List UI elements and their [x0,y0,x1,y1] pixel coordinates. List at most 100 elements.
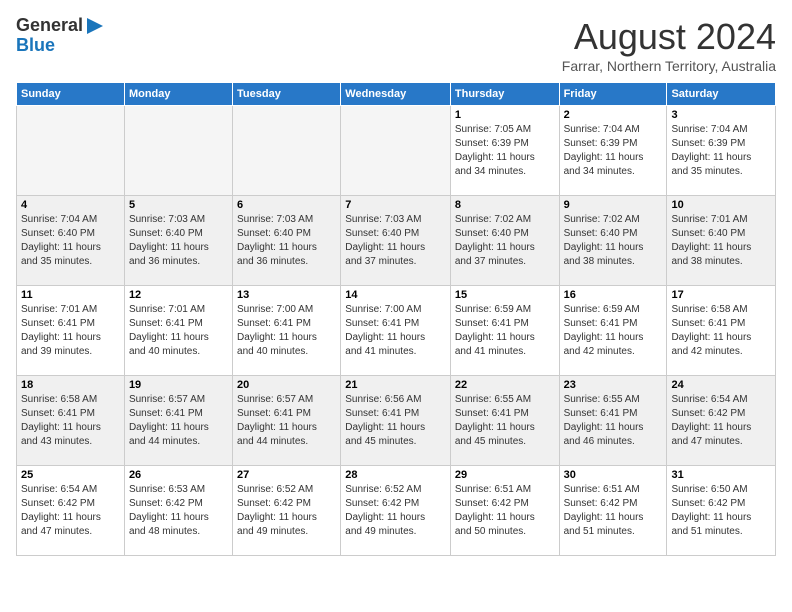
day-number: 8 [455,199,555,211]
day-number: 13 [237,289,336,301]
day-info: Sunrise: 7:03 AMSunset: 6:40 PMDaylight:… [345,213,446,269]
logo-icon [85,16,105,36]
month-year-title: August 2024 [562,16,776,58]
day-number: 3 [671,109,771,121]
location-subtitle: Farrar, Northern Territory, Australia [562,58,776,74]
day-info: Sunrise: 7:01 AMSunset: 6:41 PMDaylight:… [21,303,120,359]
day-info: Sunrise: 7:05 AMSunset: 6:39 PMDaylight:… [455,123,555,179]
day-number: 6 [237,199,336,211]
calendar-day-cell: 10 Sunrise: 7:01 AMSunset: 6:40 PMDayligh… [667,196,776,286]
day-number: 27 [237,469,336,481]
weekday-header-friday: Friday [559,83,667,106]
day-number: 4 [21,199,120,211]
day-number: 19 [129,379,228,391]
day-number: 26 [129,469,228,481]
calendar-day-cell: 16Sunrise: 6:59 AMSunset: 6:41 PMDayligh… [559,286,667,376]
calendar-day-cell: 17 Sunrise: 6:58 AMSunset: 6:41 PMDayligh… [667,286,776,376]
logo-text-blue: Blue [16,36,55,56]
day-info: Sunrise: 7:01 AMSunset: 6:40 PMDaylight:… [671,213,771,269]
day-number: 28 [345,469,446,481]
calendar-week-row: 11 Sunrise: 7:01 AMSunset: 6:41 PMDayligh… [17,286,776,376]
calendar-day-cell: 5 Sunrise: 7:03 AMSunset: 6:40 PMDaylight… [124,196,232,286]
calendar-day-cell: 6 Sunrise: 7:03 AMSunset: 6:40 PMDaylight… [233,196,341,286]
day-info: Sunrise: 6:53 AMSunset: 6:42 PMDaylight:… [129,483,228,539]
day-info: Sunrise: 6:56 AMSunset: 6:41 PMDaylight:… [345,393,446,449]
day-number: 23 [564,379,663,391]
day-number: 24 [671,379,771,391]
day-number: 29 [455,469,555,481]
calendar-day-cell: 9Sunrise: 7:02 AMSunset: 6:40 PMDaylight… [559,196,667,286]
day-info: Sunrise: 7:03 AMSunset: 6:40 PMDaylight:… [237,213,336,269]
day-info: Sunrise: 6:52 AMSunset: 6:42 PMDaylight:… [237,483,336,539]
calendar-day-cell: 14 Sunrise: 7:00 AMSunset: 6:41 PMDayligh… [341,286,451,376]
calendar-day-cell: 31Sunrise: 6:50 AMSunset: 6:42 PMDayligh… [667,466,776,556]
day-info: Sunrise: 7:04 AMSunset: 6:40 PMDaylight:… [21,213,120,269]
weekday-header-saturday: Saturday [667,83,776,106]
calendar-day-cell: 23 Sunrise: 6:55 AMSunset: 6:41 PMDayligh… [559,376,667,466]
page-header: General Blue August 2024 Farrar, Norther… [16,16,776,74]
logo: General Blue [16,16,105,56]
calendar-day-cell: 28 Sunrise: 6:52 AMSunset: 6:42 PMDayligh… [341,466,451,556]
title-section: August 2024 Farrar, Northern Territory, … [562,16,776,74]
calendar-week-row: 18 Sunrise: 6:58 AMSunset: 6:41 PMDayligh… [17,376,776,466]
day-number: 21 [345,379,446,391]
calendar-day-cell: 8 Sunrise: 7:02 AMSunset: 6:40 PMDaylight… [450,196,559,286]
day-number: 17 [671,289,771,301]
calendar-day-cell: 11 Sunrise: 7:01 AMSunset: 6:41 PMDayligh… [17,286,125,376]
day-info: Sunrise: 7:03 AMSunset: 6:40 PMDaylight:… [129,213,228,269]
day-info: Sunrise: 6:57 AMSunset: 6:41 PMDaylight:… [129,393,228,449]
day-info: Sunrise: 6:58 AMSunset: 6:41 PMDaylight:… [671,303,771,359]
calendar-day-cell: 1Sunrise: 7:05 AMSunset: 6:39 PMDaylight… [450,106,559,196]
calendar-day-cell [17,106,125,196]
day-number: 11 [21,289,120,301]
calendar-day-cell: 7 Sunrise: 7:03 AMSunset: 6:40 PMDaylight… [341,196,451,286]
day-info: Sunrise: 6:59 AMSunset: 6:41 PMDaylight:… [455,303,555,359]
calendar-day-cell: 2 Sunrise: 7:04 AMSunset: 6:39 PMDaylight… [559,106,667,196]
calendar-day-cell: 18 Sunrise: 6:58 AMSunset: 6:41 PMDayligh… [17,376,125,466]
day-info: Sunrise: 6:52 AMSunset: 6:42 PMDaylight:… [345,483,446,539]
weekday-header-sunday: Sunday [17,83,125,106]
day-number: 14 [345,289,446,301]
calendar-day-cell [124,106,232,196]
calendar-day-cell: 15 Sunrise: 6:59 AMSunset: 6:41 PMDayligh… [450,286,559,376]
calendar-day-cell: 4 Sunrise: 7:04 AMSunset: 6:40 PMDaylight… [17,196,125,286]
day-info: Sunrise: 6:55 AMSunset: 6:41 PMDaylight:… [564,393,663,449]
calendar-day-cell: 27 Sunrise: 6:52 AMSunset: 6:42 PMDayligh… [233,466,341,556]
day-number: 20 [237,379,336,391]
day-info: Sunrise: 6:54 AMSunset: 6:42 PMDaylight:… [21,483,120,539]
logo-text-general: General [16,16,83,36]
weekday-header-monday: Monday [124,83,232,106]
calendar-day-cell: 20 Sunrise: 6:57 AMSunset: 6:41 PMDayligh… [233,376,341,466]
calendar-day-cell: 12 Sunrise: 7:01 AMSunset: 6:41 PMDayligh… [124,286,232,376]
day-number: 15 [455,289,555,301]
day-info: Sunrise: 6:57 AMSunset: 6:41 PMDaylight:… [237,393,336,449]
day-info: Sunrise: 6:50 AMSunset: 6:42 PMDaylight:… [671,483,771,539]
calendar-day-cell: 13 Sunrise: 7:00 AMSunset: 6:41 PMDayligh… [233,286,341,376]
calendar-day-cell: 21 Sunrise: 6:56 AMSunset: 6:41 PMDayligh… [341,376,451,466]
calendar-week-row: 4 Sunrise: 7:04 AMSunset: 6:40 PMDaylight… [17,196,776,286]
calendar-day-cell: 3Sunrise: 7:04 AMSunset: 6:39 PMDaylight… [667,106,776,196]
day-number: 9 [564,199,663,211]
day-info: Sunrise: 7:02 AMSunset: 6:40 PMDaylight:… [455,213,555,269]
day-info: Sunrise: 7:04 AMSunset: 6:39 PMDaylight:… [564,123,663,179]
day-info: Sunrise: 6:58 AMSunset: 6:41 PMDaylight:… [21,393,120,449]
calendar-week-row: 1Sunrise: 7:05 AMSunset: 6:39 PMDaylight… [17,106,776,196]
calendar-day-cell: 29Sunrise: 6:51 AMSunset: 6:42 PMDayligh… [450,466,559,556]
day-number: 18 [21,379,120,391]
day-number: 2 [564,109,663,121]
day-number: 22 [455,379,555,391]
calendar-day-cell: 26 Sunrise: 6:53 AMSunset: 6:42 PMDayligh… [124,466,232,556]
day-info: Sunrise: 7:00 AMSunset: 6:41 PMDaylight:… [345,303,446,359]
day-number: 5 [129,199,228,211]
calendar-table: SundayMondayTuesdayWednesdayThursdayFrid… [16,82,776,556]
calendar-day-cell: 22 Sunrise: 6:55 AMSunset: 6:41 PMDayligh… [450,376,559,466]
day-info: Sunrise: 7:01 AMSunset: 6:41 PMDaylight:… [129,303,228,359]
day-number: 12 [129,289,228,301]
weekday-header-row: SundayMondayTuesdayWednesdayThursdayFrid… [17,83,776,106]
weekday-header-tuesday: Tuesday [233,83,341,106]
day-info: Sunrise: 6:55 AMSunset: 6:41 PMDaylight:… [455,393,555,449]
day-number: 10 [671,199,771,211]
day-info: Sunrise: 7:00 AMSunset: 6:41 PMDaylight:… [237,303,336,359]
day-number: 7 [345,199,446,211]
calendar-week-row: 25Sunrise: 6:54 AMSunset: 6:42 PMDayligh… [17,466,776,556]
